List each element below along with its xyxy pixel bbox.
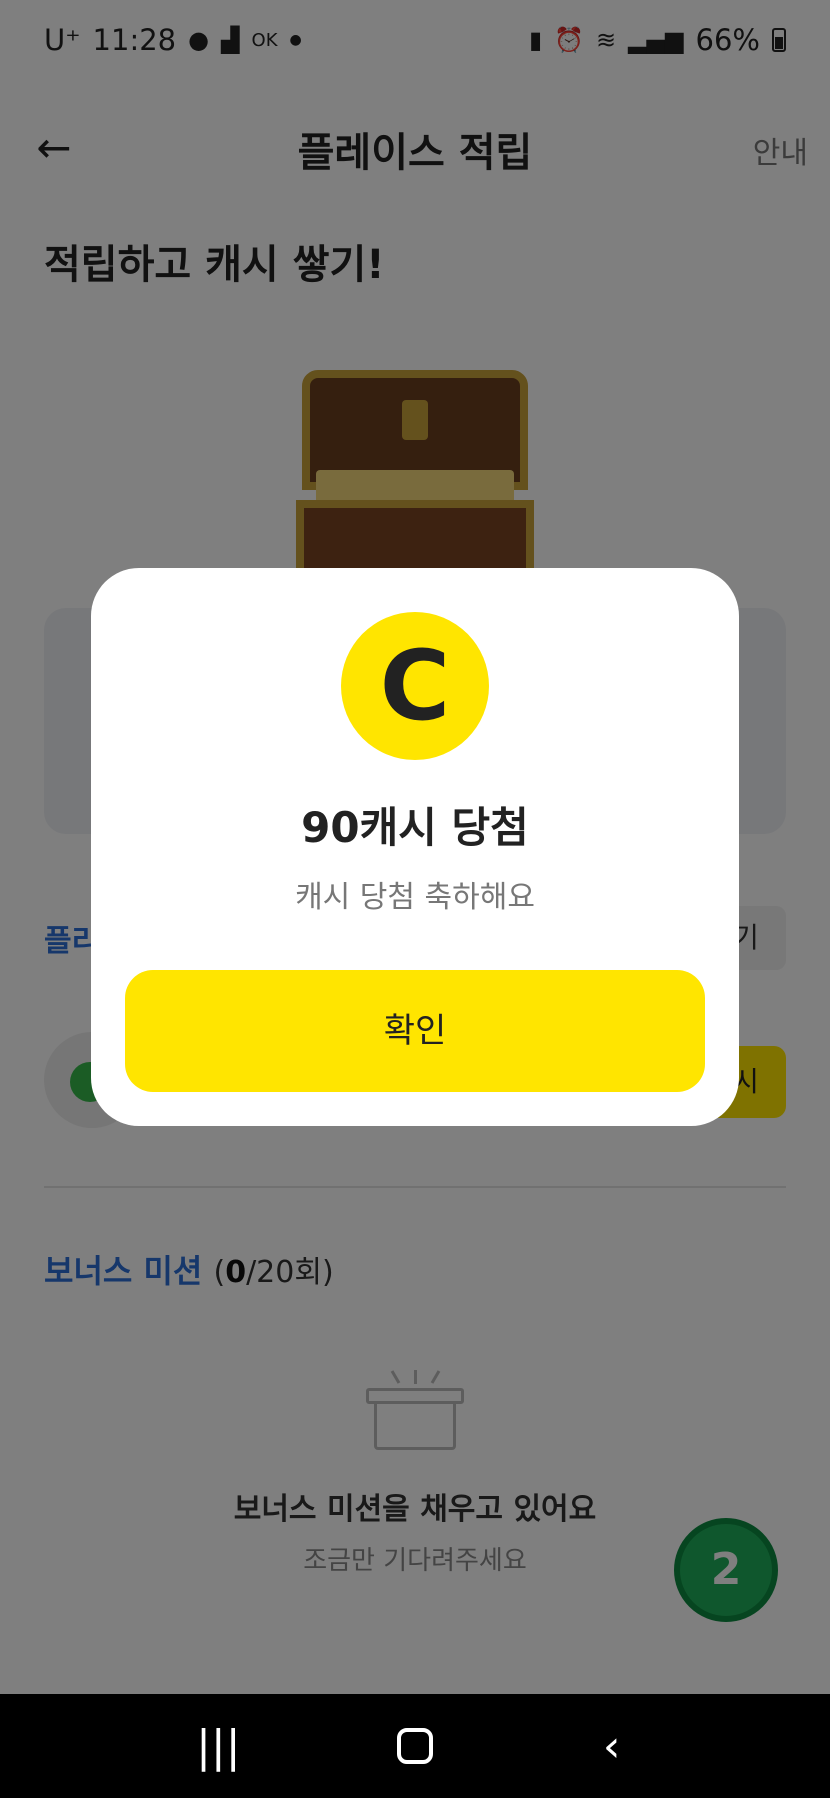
home-button[interactable] <box>375 1728 455 1764</box>
recent-apps-icon[interactable]: ||| <box>178 1721 258 1772</box>
cash-coin-icon: C <box>341 612 489 760</box>
system-nav-bar: ||| ‹ <box>0 1694 830 1798</box>
home-icon <box>396 1728 433 1764</box>
confirm-button[interactable]: 확인 <box>125 970 705 1092</box>
modal-subtitle: 캐시 당첨 축하해요 <box>295 880 535 915</box>
reward-modal: C 90캐시 당첨 캐시 당첨 축하해요 확인 <box>91 568 739 1126</box>
modal-title: 90캐시 당첨 <box>301 803 529 852</box>
nav-back-icon[interactable]: ‹ <box>572 1721 652 1772</box>
